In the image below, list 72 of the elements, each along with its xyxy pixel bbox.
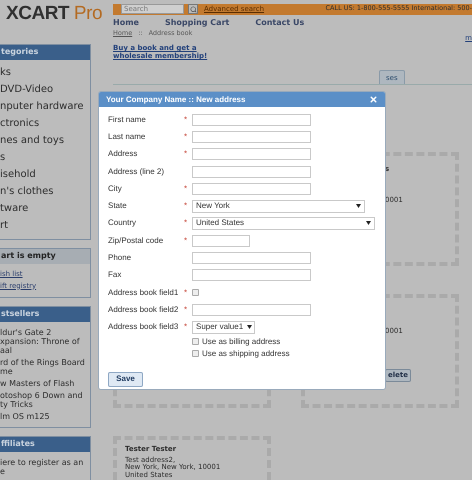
required-mark: * bbox=[184, 217, 188, 230]
input-field[interactable] bbox=[192, 166, 311, 178]
logo[interactable]: XCART Pro bbox=[6, 0, 102, 28]
nav-link[interactable]: Contact Us bbox=[255, 16, 304, 28]
sidebar-item[interactable]: rd of the Rings Board me bbox=[0, 358, 90, 376]
input-field[interactable] bbox=[192, 114, 311, 126]
field-label: Address (line 2) bbox=[108, 166, 164, 178]
required-mark: * bbox=[184, 182, 188, 195]
sidebar-item[interactable]: tware bbox=[0, 202, 90, 216]
input-field[interactable] bbox=[192, 252, 311, 264]
caret-icon bbox=[366, 221, 371, 226]
required-mark: * bbox=[184, 148, 188, 160]
dropdown[interactable]: Super value1 bbox=[192, 320, 255, 334]
nav-link[interactable]: Shopping Cart bbox=[164, 16, 230, 28]
panel-header: stsellers bbox=[0, 306, 90, 322]
option-label: Use as billing address bbox=[202, 336, 280, 348]
sidebar-item[interactable]: otoshop 6 Down and ty Tricks bbox=[0, 390, 90, 408]
option-label: Use as shipping address bbox=[202, 348, 290, 360]
sidebar-item[interactable]: ldur's Gate 2 xpansion: Throne of aal bbox=[0, 328, 90, 354]
sidebar-item[interactable]: w Masters of Flash bbox=[0, 378, 90, 388]
sidebar-item[interactable]: ks bbox=[0, 66, 90, 80]
required-mark: * bbox=[184, 130, 188, 143]
input-field[interactable] bbox=[192, 148, 311, 160]
save-button[interactable]: Save bbox=[108, 372, 143, 387]
field-label: Country bbox=[108, 217, 136, 230]
field-label: Phone bbox=[108, 252, 132, 264]
required-mark: * bbox=[184, 114, 188, 126]
sidebar-item[interactable]: ctronics bbox=[0, 116, 90, 130]
input-field[interactable] bbox=[192, 269, 311, 282]
sidebar-item[interactable]: isehold bbox=[0, 168, 90, 182]
panel-header: ffiliates bbox=[0, 436, 90, 452]
sidebar-item[interactable]: rt bbox=[0, 218, 90, 232]
required-mark: * bbox=[184, 286, 188, 299]
sidebar-item[interactable]: lm OS m125 bbox=[0, 412, 90, 420]
checkbox[interactable] bbox=[192, 289, 199, 296]
dropdown[interactable]: New York bbox=[192, 200, 365, 213]
dialog-title: Your Company Name :: New address bbox=[106, 94, 246, 106]
panel-header: art is empty bbox=[0, 248, 90, 264]
checkbox[interactable] bbox=[192, 350, 199, 358]
nav-link[interactable]: Home bbox=[113, 16, 139, 28]
required-mark: * bbox=[184, 234, 188, 247]
field-label: City bbox=[108, 182, 122, 195]
required-mark: * bbox=[184, 200, 188, 212]
sidebar-item[interactable]: nes and toys bbox=[0, 134, 90, 148]
sidebar-item[interactable]: s bbox=[0, 150, 90, 164]
field-label: Fax bbox=[108, 269, 122, 282]
caret-icon bbox=[247, 325, 252, 330]
checkbox[interactable] bbox=[192, 338, 199, 346]
input-field[interactable] bbox=[192, 234, 250, 247]
field-label: First name bbox=[108, 114, 146, 126]
input-field[interactable] bbox=[192, 130, 311, 143]
sidebar-item[interactable]: iere to register as an e bbox=[0, 458, 90, 476]
field-label: Address bbox=[108, 148, 138, 160]
dropdown[interactable]: United States bbox=[192, 216, 375, 230]
search-icon bbox=[190, 6, 196, 13]
sidebar-item[interactable]: nputer hardware bbox=[0, 100, 90, 114]
close-icon[interactable] bbox=[369, 95, 378, 104]
required-mark: * bbox=[184, 321, 188, 334]
panel-header: tegories bbox=[0, 44, 90, 60]
search-button[interactable] bbox=[188, 4, 198, 14]
required-mark: * bbox=[184, 304, 188, 316]
field-label: Last name bbox=[108, 130, 146, 143]
field-label: Address book field3 bbox=[108, 321, 178, 334]
caret-icon bbox=[356, 204, 361, 208]
input-field[interactable] bbox=[192, 182, 311, 195]
sidebar-item[interactable]: DVD-Video bbox=[0, 82, 90, 96]
sidebar-item[interactable]: n's clothes bbox=[0, 184, 90, 198]
input-field[interactable] bbox=[192, 304, 311, 316]
field-label: Address book field1 bbox=[108, 286, 178, 299]
field-label: Address book field2 bbox=[108, 304, 178, 316]
field-label: State bbox=[108, 200, 127, 212]
field-label: Zip/Postal code bbox=[108, 234, 164, 247]
